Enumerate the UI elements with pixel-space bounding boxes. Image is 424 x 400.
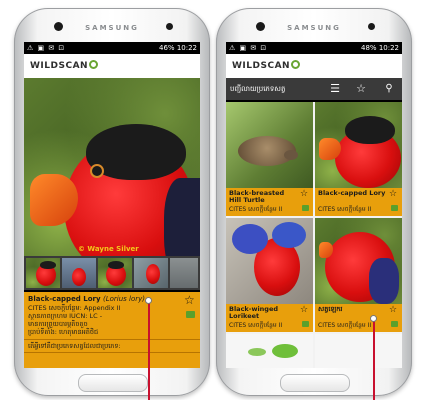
star-icon[interactable]: ☆ <box>300 189 308 199</box>
phone-list: SAMSUNG ⚠ ▣ ✉ ⊡ 48% 10:22 WILDSCAN បញ្ជី… <box>216 8 412 396</box>
comment-icon[interactable] <box>302 205 309 211</box>
pointer-line <box>148 300 150 400</box>
wildscan-logo: WILDSCAN <box>30 60 99 71</box>
thumbnail[interactable] <box>134 258 168 288</box>
species-card[interactable] <box>315 334 402 368</box>
app-header: WILDSCAN <box>24 54 200 79</box>
category-dropdown[interactable]: បញ្ជីលាយប្រភេទសត្វ <box>230 78 285 100</box>
battery-level: 46% <box>159 44 175 52</box>
notification-icons: ⚠ ▣ ✉ ⊡ <box>27 44 66 52</box>
phone-detail: SAMSUNG ⚠ ▣ ✉ ⊡ 46% 10:22 WILDSCAN © Way… <box>14 8 210 396</box>
species-name: Black-breasted Hill Turtle <box>229 189 285 204</box>
species-card-label: Black-capped Lory CITES សេចក្តីបន្ថែម II… <box>315 188 402 216</box>
comment-icon[interactable] <box>302 321 309 327</box>
species-grid: Black-breasted Hill Turtle CITES សេចក្តី… <box>226 102 402 368</box>
species-card-label: សត្វឡេករ CITES សេចក្តីបន្ថែម II ☆ <box>315 304 402 332</box>
search-icon[interactable]: ⚲ <box>376 78 402 100</box>
species-card[interactable] <box>226 334 313 368</box>
section-question: តើអ្វីទៅគឺជាប្រភេទសត្វដែលជាប្រភេទ: <box>28 342 121 350</box>
species-name: Black-winged Lorikeet <box>229 305 279 320</box>
species-info-panel: Black-capped Lory (Lorius lory) CITES សេ… <box>24 292 200 368</box>
cites-label: CITES សេចក្តីបន្ថែម II <box>318 322 372 329</box>
star-icon[interactable]: ☆ <box>389 189 397 199</box>
cites-label: CITES សេចក្តីបន្ថែម II <box>318 206 372 213</box>
home-button[interactable] <box>78 374 148 392</box>
screen-detail: ⚠ ▣ ✉ ⊡ 46% 10:22 WILDSCAN © Wayne Silve… <box>24 42 200 368</box>
iucn-status: ស្ថានភាពក្រហម IUCN: LC - <box>28 312 103 320</box>
pointer-dot <box>370 315 377 322</box>
comment-icon[interactable] <box>391 321 398 327</box>
star-icon[interactable]: ☆ <box>300 305 308 315</box>
species-thumbnail <box>315 102 402 188</box>
divider <box>24 339 200 340</box>
device-brand: SAMSUNG <box>85 24 139 32</box>
species-thumbnail <box>226 218 313 304</box>
star-icon[interactable]: ☆ <box>389 305 397 315</box>
pointer-line <box>373 318 375 400</box>
species-thumbnail <box>315 218 402 304</box>
species-name: Black-capped Lory <box>318 189 386 197</box>
wildscan-logo: WILDSCAN <box>232 60 301 71</box>
comment-icon[interactable] <box>186 311 195 318</box>
notification-icons: ⚠ ▣ ✉ ⊡ <box>229 44 268 52</box>
thumbnail[interactable] <box>98 258 132 288</box>
species-thumbnail <box>226 102 313 188</box>
cites-status: CITES សេចក្តីបន្ថែម: Appendix II <box>28 304 121 312</box>
battery-level: 48% <box>361 44 377 52</box>
list-toolbar: បញ្ជីលាយប្រភេទសត្វ ☰ ☆ ⚲ <box>226 78 402 100</box>
thumbnail[interactable] <box>26 258 60 288</box>
species-name: សត្វឡេករ <box>318 305 343 313</box>
distribution: ប្រាប់ទីតាំង: ហេតុមានអតិថិជ <box>28 328 99 336</box>
sensor <box>166 23 173 30</box>
star-icon[interactable]: ☆ <box>184 293 195 307</box>
status-time: 10:22 <box>378 44 399 52</box>
status-bar: ⚠ ▣ ✉ ⊡ 46% 10:22 <box>24 42 200 54</box>
species-title: Black-capped Lory (Lorius lory) <box>28 295 146 303</box>
device-brand: SAMSUNG <box>287 24 341 32</box>
home-button[interactable] <box>280 374 350 392</box>
photo-credit: © Wayne Silver <box>78 245 139 253</box>
status-bar: ⚠ ▣ ✉ ⊡ 48% 10:22 <box>226 42 402 54</box>
pointer-dot <box>145 297 152 304</box>
menu-icon[interactable]: ☰ <box>322 78 348 100</box>
species-photo[interactable]: © Wayne Silver <box>24 78 200 256</box>
divider <box>24 352 200 353</box>
species-card-label: Black-breasted Hill Turtle CITES សេចក្តី… <box>226 188 313 216</box>
photo-thumbnails <box>24 256 200 290</box>
iucn-description: មានការព្រួយបារម្ភតិចតួច <box>28 320 88 328</box>
star-icon[interactable]: ☆ <box>348 78 374 100</box>
cites-label: CITES សេចក្តីបន្ថែម II <box>229 206 283 213</box>
status-time: 10:22 <box>176 44 197 52</box>
comment-icon[interactable] <box>391 205 398 211</box>
app-header: WILDSCAN <box>226 54 402 79</box>
species-card-label: Black-winged Lorikeet CITES សេចក្តីបន្ថែ… <box>226 304 313 332</box>
thumbnail[interactable] <box>62 258 96 288</box>
sensor <box>368 23 375 30</box>
cites-label: CITES សេចក្តីបន្ថែម II <box>229 322 283 329</box>
thumbnail[interactable] <box>170 258 198 288</box>
